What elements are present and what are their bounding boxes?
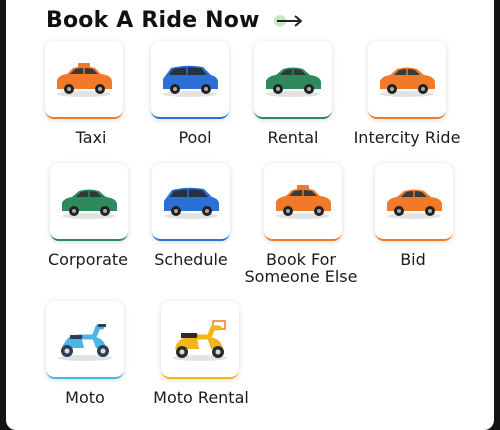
ride-label-bid: Bid xyxy=(400,250,426,269)
taxi-car-icon xyxy=(57,63,112,97)
app-screen: Book A Ride Now Taxi Pool Rental Interci… xyxy=(6,0,494,430)
ride-label-intercity: Intercity Ride xyxy=(353,128,461,147)
green-car-icon xyxy=(62,189,117,219)
orange-car-icon xyxy=(387,189,442,219)
section-header: Book A Ride Now xyxy=(46,6,304,34)
ride-card-moto[interactable] xyxy=(46,301,124,379)
ride-card-bid[interactable] xyxy=(375,163,453,241)
blue-car-icon xyxy=(164,187,219,219)
blue-car-icon xyxy=(163,65,218,97)
taxi-car-icon xyxy=(276,185,331,219)
ride-card-intercity[interactable] xyxy=(368,41,446,119)
green-car-icon xyxy=(266,67,321,97)
ride-label-book-for-someone: Book For Someone Else xyxy=(244,250,358,286)
ride-card-book-for-someone[interactable] xyxy=(264,163,342,241)
ride-card-schedule[interactable] xyxy=(152,163,230,241)
ride-card-rental[interactable] xyxy=(254,41,332,119)
device-frame: Book A Ride Now Taxi Pool Rental Interci… xyxy=(0,0,500,430)
ride-card-taxi[interactable] xyxy=(45,41,123,119)
yellow-scooter-icon xyxy=(173,320,227,361)
ride-label-moto-rental: Moto Rental xyxy=(153,388,249,407)
orange-car-icon xyxy=(380,67,435,97)
arrow-right-icon[interactable] xyxy=(273,13,304,29)
section-title: Book A Ride Now xyxy=(46,7,260,33)
ride-label-rental: Rental xyxy=(267,128,319,147)
ride-card-pool[interactable] xyxy=(151,41,229,119)
ride-card-moto-rental[interactable] xyxy=(161,301,239,379)
blue-scooter-icon xyxy=(58,324,112,361)
ride-card-corporate[interactable] xyxy=(50,163,128,241)
ride-label-moto: Moto xyxy=(65,388,105,407)
